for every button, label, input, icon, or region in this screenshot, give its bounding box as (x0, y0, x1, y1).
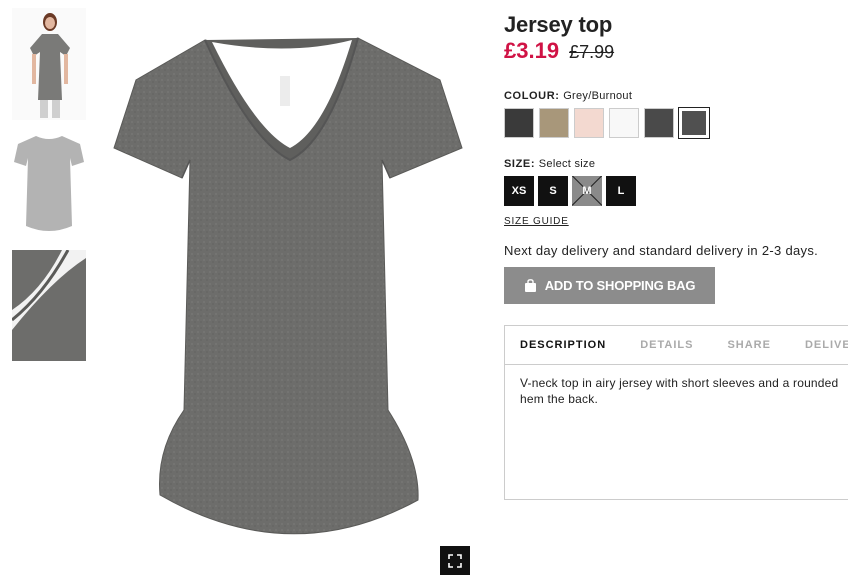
price-row: £3.19 £7.99 (504, 38, 614, 64)
swatch-light-pink[interactable] (574, 108, 604, 138)
size-label: SIZE: (504, 158, 536, 170)
tab-delivery[interactable]: DELIVER (805, 339, 848, 351)
size-option-xs[interactable]: XS (504, 176, 534, 206)
add-to-bag-label: ADD TO SHOPPING BAG (544, 278, 696, 293)
size-label-row: SIZE: Select size (504, 158, 595, 170)
size-guide-link[interactable]: SIZE GUIDE (504, 216, 569, 227)
swatch-white[interactable] (609, 108, 639, 138)
delivery-info: Next day delivery and standard delivery … (504, 243, 819, 258)
swatch-grey-burnout[interactable] (678, 107, 710, 139)
thumbnail-back[interactable] (12, 130, 86, 238)
thumbnail-detail[interactable] (12, 250, 86, 361)
colour-selected-value: Grey/Burnout (563, 90, 633, 102)
sale-price: £3.19 (504, 38, 560, 63)
info-tabs: DESCRIPTION DETAILS SHARE DELIVER (505, 326, 848, 365)
description-text: V-neck top in airy jersey with short sle… (520, 376, 839, 406)
swatch-dark-grey[interactable] (644, 108, 674, 138)
model-photo-image (30, 13, 70, 118)
tab-share[interactable]: SHARE (727, 339, 771, 351)
colour-label-row: COLOUR: Grey/Burnout (504, 90, 632, 102)
product-title: Jersey top (504, 12, 613, 37)
size-option-l[interactable]: L (606, 176, 636, 206)
shopping-bag-icon (524, 279, 536, 292)
thumbnail-model[interactable] (12, 8, 86, 120)
fullscreen-icon (448, 553, 462, 568)
size-option-m[interactable]: M (572, 176, 602, 206)
colour-label: COLOUR: (504, 90, 560, 102)
original-price: £7.99 (569, 42, 615, 62)
product-details-panel: Jersey top £3.19 £7.99 COLOUR: Grey/Burn… (504, 0, 848, 575)
info-tabs-box: DESCRIPTION DETAILS SHARE DELIVER V-neck… (504, 325, 848, 500)
size-option-s[interactable]: S (538, 176, 568, 206)
swatch-black[interactable] (504, 108, 534, 138)
main-product-image[interactable] (100, 30, 480, 560)
colour-swatches (504, 107, 710, 139)
jersey-top-image (113, 37, 463, 535)
swatch-beige[interactable] (539, 108, 569, 138)
fabric-detail-image (12, 250, 86, 361)
tab-description[interactable]: DESCRIPTION (520, 339, 606, 351)
fullscreen-button[interactable] (440, 546, 470, 575)
size-selected-value: Select size (538, 158, 596, 170)
size-options: XS S M L (504, 176, 636, 206)
tab-details[interactable]: DETAILS (640, 339, 693, 351)
add-to-bag-button[interactable]: ADD TO SHOPPING BAG (504, 267, 715, 304)
back-view-image (14, 136, 84, 231)
